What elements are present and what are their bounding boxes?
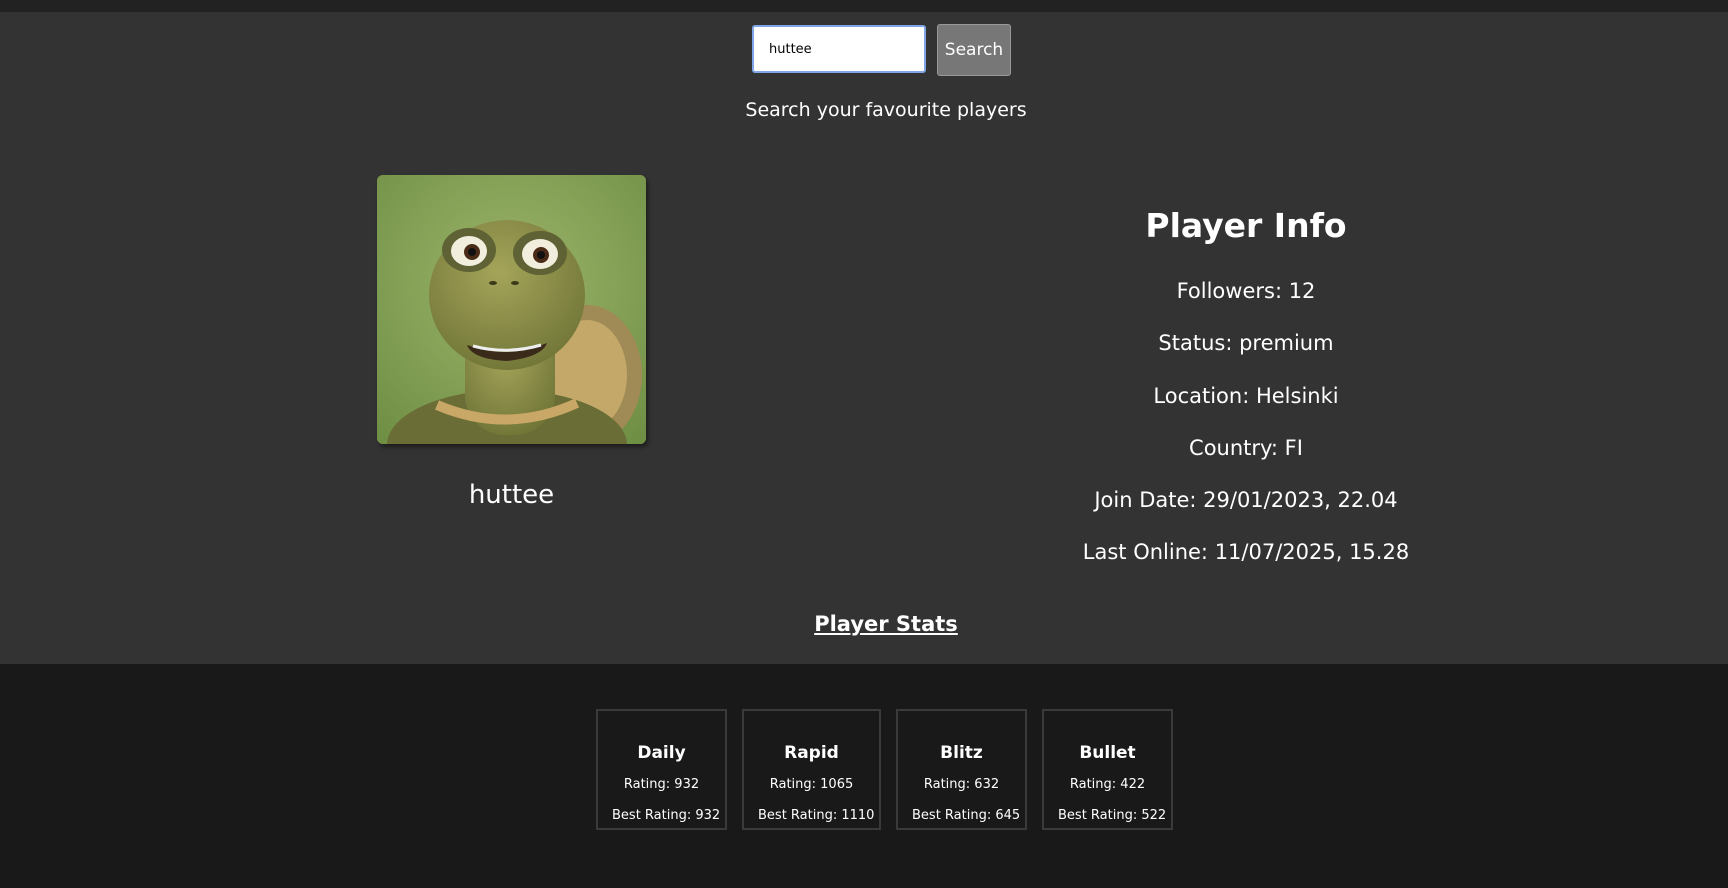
stat-card-best-rating: Best Rating: 1110	[758, 808, 875, 823]
stat-card-rating: Rating: 632	[923, 777, 1000, 792]
info-country: Country: FI	[1189, 435, 1303, 460]
stat-card-best-rating: Best Rating: 932	[612, 808, 721, 823]
stat-card-rapid: Rapid Rating: 1065 Best Rating: 1110	[742, 709, 881, 830]
stat-card-blitz: Blitz Rating: 632 Best Rating: 645	[896, 709, 1027, 830]
stat-card-name: Bullet	[1079, 743, 1136, 763]
stat-card-best-rating: Best Rating: 522	[1058, 808, 1167, 823]
info-join-date: Join Date: 29/01/2023, 22.04	[1094, 488, 1398, 513]
stats-cards: Daily Rating: 932 Best Rating: 932 Rapid…	[596, 709, 1173, 830]
turtle-avatar-image	[377, 175, 646, 444]
player-username: huttee	[468, 480, 555, 510]
stat-card-rating: Rating: 422	[1069, 777, 1146, 792]
search-input[interactable]	[752, 25, 926, 73]
stat-card-rating: Rating: 1065	[769, 777, 854, 792]
top-bar	[0, 0, 1728, 12]
info-status: Status: premium	[1158, 331, 1334, 356]
stat-card-best-rating: Best Rating: 645	[912, 808, 1021, 823]
stat-card-bullet: Bullet Rating: 422 Best Rating: 522	[1042, 709, 1173, 830]
info-last-online: Last Online: 11/07/2025, 15.28	[1082, 540, 1410, 565]
stat-card-name: Blitz	[940, 743, 983, 763]
search-subtitle: Search your favourite players	[745, 99, 1027, 121]
info-location: Location: Helsinki	[1153, 383, 1339, 408]
player-info-title: Player Info	[1145, 206, 1347, 245]
info-followers: Followers: 12	[1176, 279, 1316, 303]
search-bar: Search	[752, 24, 1011, 76]
player-avatar	[377, 175, 646, 444]
stat-card-daily: Daily Rating: 932 Best Rating: 932	[596, 709, 727, 830]
stat-card-name: Rapid	[784, 743, 839, 763]
stats-section: Daily Rating: 932 Best Rating: 932 Rapid…	[0, 664, 1728, 888]
search-button[interactable]: Search	[937, 24, 1011, 76]
player-stats-title: Player Stats	[814, 612, 958, 636]
player-info-panel: Player Info Followers: 12 Status: premiu…	[1046, 200, 1446, 590]
stat-card-rating: Rating: 932	[623, 777, 700, 792]
stat-card-name: Daily	[637, 743, 686, 763]
